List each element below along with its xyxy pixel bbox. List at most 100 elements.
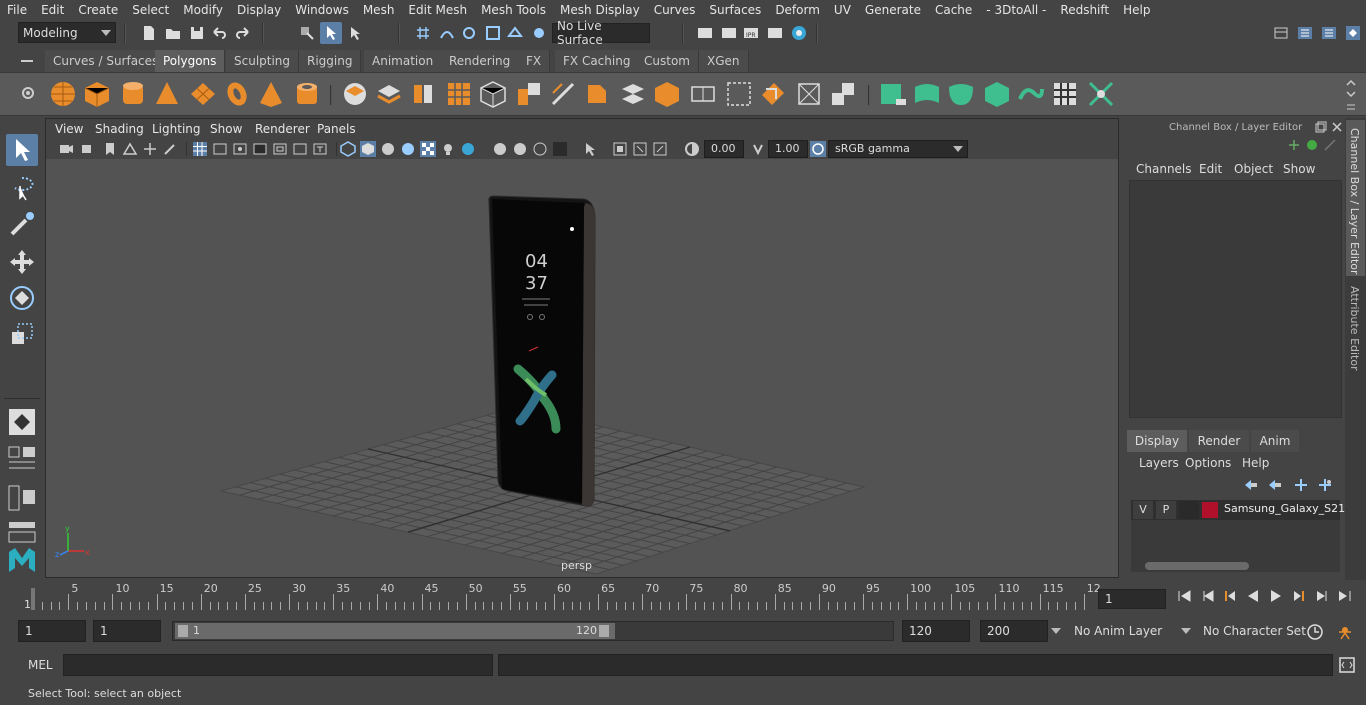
image-plane-icon[interactable] — [122, 141, 138, 157]
auto-key-icon[interactable] — [1306, 623, 1324, 641]
layer-playback-toggle[interactable]: P — [1156, 501, 1176, 519]
exposure-field[interactable]: 0.00 — [704, 140, 744, 158]
select-tool[interactable] — [6, 134, 38, 166]
gamma-field[interactable]: 1.00 — [768, 140, 808, 158]
tab-rigging[interactable]: Rigging — [299, 50, 362, 72]
vp-menu-view[interactable]: View — [55, 119, 83, 139]
combine-icon[interactable] — [340, 79, 370, 109]
tab-sculpting[interactable]: Sculpting — [226, 50, 300, 72]
step-forward-frame-icon[interactable] — [1291, 588, 1307, 604]
tab-polygons[interactable]: Polygons — [155, 50, 226, 72]
go-to-end-icon[interactable] — [1337, 588, 1353, 604]
cylindrical-uv-icon[interactable] — [912, 79, 942, 109]
layer-name[interactable]: Samsung_Galaxy_S21_ — [1224, 502, 1351, 515]
attribute-toggle-icon[interactable] — [1320, 24, 1338, 42]
ipr-render-icon[interactable]: IPR — [742, 24, 760, 42]
shelf-menu-icon[interactable] — [20, 56, 34, 66]
motion-blur-icon[interactable] — [512, 141, 528, 157]
layer-menu-layers[interactable]: Layers — [1139, 456, 1179, 470]
cb-menu-object[interactable]: Object — [1234, 162, 1273, 176]
shadows-icon[interactable] — [460, 141, 476, 157]
uv-layout-icon[interactable] — [1086, 79, 1116, 109]
tab-fx-caching[interactable]: FX Caching — [555, 50, 640, 72]
scene-3d[interactable]: 04 37 persp x y z — [46, 159, 1118, 577]
gamma-icon[interactable] — [750, 141, 766, 157]
live-surface-icon[interactable] — [530, 24, 548, 42]
fill-hole-icon[interactable] — [652, 79, 682, 109]
menu-edit[interactable]: Edit — [34, 0, 71, 20]
poly-cone-icon[interactable] — [152, 79, 182, 109]
merge-icon[interactable] — [828, 79, 858, 109]
unfold-uv-icon[interactable] — [1016, 79, 1046, 109]
colorspace-dropdown[interactable]: sRGB gamma — [828, 140, 968, 158]
menu-uv[interactable]: UV — [827, 0, 858, 20]
outliner-layout-icon[interactable] — [6, 482, 38, 514]
xray-joints-icon[interactable] — [632, 141, 648, 157]
menu-file[interactable]: File — [0, 0, 34, 20]
step-forward-key-icon[interactable] — [1314, 588, 1330, 604]
menu-surfaces[interactable]: Surfaces — [702, 0, 768, 20]
range-slider-handle[interactable]: 1 120 — [175, 623, 615, 639]
exposure-icon[interactable] — [684, 141, 700, 157]
target-weld-icon[interactable] — [794, 79, 824, 109]
menu-mesh-display[interactable]: Mesh Display — [553, 0, 647, 20]
lasso-tool-icon[interactable] — [6, 172, 38, 204]
tab-rendering[interactable]: Rendering — [441, 50, 520, 72]
poly-pyramid-icon[interactable] — [256, 79, 286, 109]
xray-icon[interactable] — [612, 141, 628, 157]
cb-menu-edit[interactable]: Edit — [1199, 162, 1222, 176]
cb-menu-show[interactable]: Show — [1283, 162, 1315, 176]
mode-selector[interactable]: Modeling — [18, 22, 116, 43]
layer-scrollbar[interactable] — [1131, 560, 1340, 572]
menu-windows[interactable]: Windows — [288, 0, 356, 20]
channel-list[interactable] — [1129, 180, 1342, 418]
new-layer-icon[interactable] — [1293, 478, 1309, 492]
new-scene-icon[interactable] — [140, 24, 158, 42]
live-surface-field[interactable]: No Live Surface — [552, 19, 650, 47]
anim-layer-selector[interactable]: No Anim Layer — [1066, 620, 1194, 642]
hypershade-icon[interactable] — [790, 24, 808, 42]
workspace-icon[interactable] — [1272, 24, 1290, 42]
go-to-start-icon[interactable] — [1176, 588, 1192, 604]
close-icon[interactable] — [1331, 121, 1343, 133]
resolution-gate-icon[interactable] — [232, 141, 248, 157]
tab-custom[interactable]: Custom — [636, 50, 699, 72]
vp-menu-panels[interactable]: Panels — [317, 119, 356, 139]
tab-layer-display[interactable]: Display — [1127, 430, 1187, 452]
vp-menu-lighting[interactable]: Lighting — [152, 119, 201, 139]
snap-surface-icon[interactable] — [506, 24, 524, 42]
smooth-icon[interactable] — [444, 79, 474, 109]
tab-curves-surfaces[interactable]: Curves / Surfaces — [45, 50, 168, 72]
vp-menu-shading[interactable]: Shading — [95, 119, 144, 139]
rotate-tool-icon[interactable] — [6, 282, 38, 314]
layer-menu-options[interactable]: Options — [1185, 456, 1231, 470]
scene-start-field[interactable]: 1 — [18, 620, 86, 642]
current-time-indicator[interactable] — [31, 588, 35, 610]
tab-animation[interactable]: Animation — [364, 50, 443, 72]
isolate-select-icon[interactable] — [582, 141, 598, 157]
layout-toggle-icon[interactable] — [1296, 24, 1314, 42]
vp-menu-renderer[interactable]: Renderer — [255, 119, 310, 139]
bridge-icon[interactable] — [618, 79, 648, 109]
spherical-uv-icon[interactable] — [946, 79, 976, 109]
default-material-icon[interactable] — [380, 141, 396, 157]
render-frame-icon[interactable] — [720, 24, 738, 42]
step-back-key-icon[interactable] — [1200, 588, 1216, 604]
playback-end-field[interactable]: 120 — [902, 620, 970, 642]
side-tab-attribute-editor[interactable]: Attribute Editor — [1346, 284, 1365, 374]
gate-mask-icon[interactable] — [252, 141, 268, 157]
snap-point-icon[interactable] — [460, 24, 478, 42]
poly-plane-icon[interactable] — [188, 79, 218, 109]
perspective-viewport[interactable]: View Shading Lighting Show Renderer Pane… — [45, 118, 1119, 578]
layer-color-swatch[interactable] — [1202, 502, 1218, 518]
menu-modify[interactable]: Modify — [176, 0, 230, 20]
insert-edge-loop-icon[interactable] — [724, 79, 754, 109]
playback-start-field[interactable]: 1 — [93, 620, 161, 642]
textured-icon[interactable] — [420, 141, 436, 157]
layer-menu-help[interactable]: Help — [1242, 456, 1269, 470]
open-scene-icon[interactable] — [164, 24, 182, 42]
reduce-icon[interactable] — [478, 79, 508, 109]
snap-toggle-icon[interactable] — [6, 406, 38, 438]
command-language-label[interactable]: MEL — [28, 658, 53, 672]
tab-layer-render[interactable]: Render — [1189, 430, 1249, 452]
